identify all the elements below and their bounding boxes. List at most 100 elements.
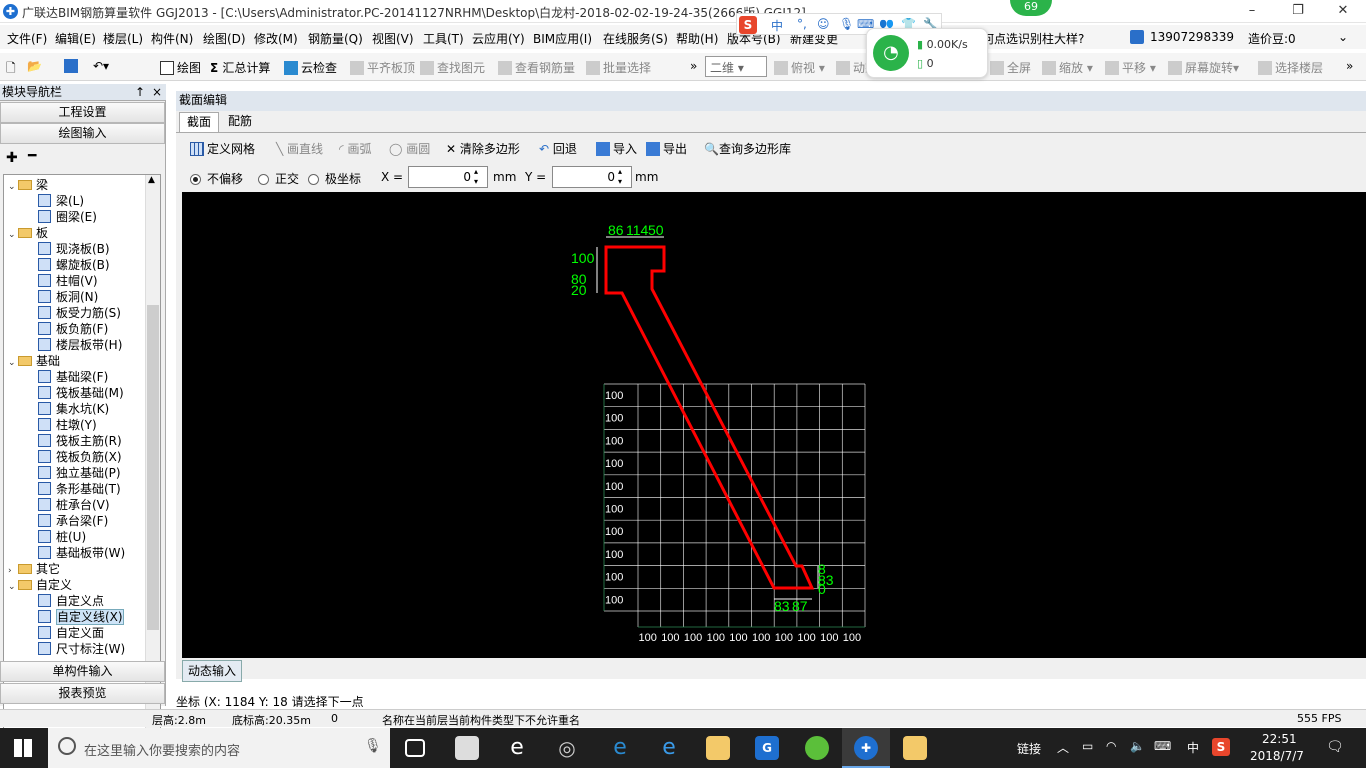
clear-polygon-button[interactable]: ✕ 清除多边形 [446,140,520,157]
tree-item[interactable]: 集水坑(K) [38,401,109,417]
tree-item[interactable]: 自定义面 [38,625,104,641]
query-polygon-library-button[interactable]: 🔍查询多边形库 [704,140,791,157]
tree-item[interactable]: 承台梁(F) [38,513,108,529]
menu-view[interactable]: 视图(V) [372,30,414,47]
dynamic-input-button[interactable]: 动态输入 [182,660,242,682]
toolbar-overflow-right-icon[interactable]: » [1346,59,1353,73]
tree-folder[interactable]: ⌄ 梁 [8,177,48,193]
tree-item[interactable]: 筏板负筋(X) [38,449,122,465]
mic-icon[interactable]: 🎙 [364,738,382,754]
glodon-g-icon[interactable]: G [755,736,779,760]
pin-icon[interactable]: ↑ [135,84,145,100]
taskbar-ime[interactable]: 中 [1187,739,1199,756]
close-button[interactable]: ✕ [1320,0,1366,23]
restore-button[interactable]: ❐ [1275,0,1321,23]
toolbar-overflow-icon[interactable]: » [690,59,697,73]
menu-component[interactable]: 构件(N) [151,30,193,47]
menu-online[interactable]: 在线服务(S) [603,30,668,47]
taskbar-link[interactable]: 链接 [1017,740,1041,757]
tree-item[interactable]: 楼层板带(H) [38,337,122,353]
tray-chevron-icon[interactable]: ︿ [1057,739,1069,756]
taskbar-time[interactable]: 22:51 [1262,732,1297,746]
draw-button[interactable]: 绘图 [160,59,201,76]
app-fan-icon[interactable] [455,736,479,760]
tree-folder[interactable]: › 其它 [8,561,60,577]
x-spinner-icon[interactable]: ▴ ▾ [474,167,478,187]
tree-item[interactable]: 基础板带(W) [38,545,125,561]
tree-item[interactable]: 桩(U) [38,529,86,545]
collapse-chevron-icon[interactable]: ⌄ [8,355,18,371]
undo-button[interactable]: ↶ 回退 [539,140,577,157]
project-settings-button[interactable]: 工程设置 [0,102,165,123]
canvas-svg[interactable]: 100 100 100 100 100 100 100 100 100 100 100 100 100 1… [182,192,1366,658]
radio-no-offset[interactable]: 不偏移 [190,170,243,187]
view-mode-select[interactable]: 二维 ▾ [705,56,767,77]
touch-keyboard-icon[interactable]: ⌨ [1154,739,1171,753]
menu-help[interactable]: 帮助(H) [676,30,718,47]
align-slab-top-button[interactable]: 平齐板顶 [350,59,415,76]
tree-item[interactable]: 板洞(N) [38,289,98,305]
select-floor-button[interactable]: 选择楼层 [1258,59,1323,76]
tree-item[interactable]: 柱墩(Y) [38,417,97,433]
price-bean[interactable]: 造价豆:0 [1248,30,1296,47]
menu-rebar-quantity[interactable]: 钢筋量(Q) [308,30,363,47]
tree-folder[interactable]: ⌄ 自定义 [8,577,72,593]
tree-item[interactable]: 筏板基础(M) [38,385,124,401]
start-windows-icon[interactable] [14,739,32,757]
define-grid-button[interactable]: 定义网格 [190,140,255,157]
ie-blue-icon[interactable]: e [657,736,681,760]
panel-close-icon[interactable]: × [152,84,162,100]
drawing-canvas[interactable]: 100 100 100 100 100 100 100 100 100 100 100 100 100 1… [182,192,1366,658]
emoji-icon[interactable]: ☺ [817,17,830,31]
undo-icon[interactable]: ↶▾ [93,59,109,73]
report-preview-button[interactable]: 报表预览 [0,683,165,704]
active-ggj-task[interactable]: ✚ [842,728,890,768]
draw-arc-button[interactable]: ◜ 画弧 [339,140,371,157]
tree-scrollbar[interactable]: ▲ ▼ [145,175,160,741]
menu-edit[interactable]: 编辑(E) [55,30,96,47]
top-view-button[interactable]: 俯视 ▾ [774,59,825,76]
swirl-app-icon[interactable]: ◎ [555,736,579,760]
view-rebar-button[interactable]: 查看钢筋量 [498,59,575,76]
collapse-chevron-icon[interactable]: ⌄ [8,227,18,243]
file-explorer-icon[interactable] [706,736,730,760]
screen-rotate-button[interactable]: 屏幕旋转▾ [1168,59,1239,76]
user-avatar-icon[interactable] [1130,30,1144,44]
draw-circle-button[interactable]: ◯ 画圆 [389,140,430,157]
sum-calc-button[interactable]: Σ 汇总计算 [210,59,270,76]
tree-item[interactable]: 桩承台(V) [38,497,110,513]
pan-button[interactable]: 平移 ▾ [1105,59,1156,76]
volume-icon[interactable]: 🔈 [1130,739,1145,753]
sogou-tray-icon[interactable]: S [1212,738,1230,756]
tree-folder[interactable]: ⌄ 板 [8,225,48,241]
tree-item[interactable]: 基础梁(F) [38,369,108,385]
new-file-icon[interactable]: 🗋 [6,59,16,80]
tree-item[interactable]: 现浇板(B) [38,241,110,257]
export-button[interactable]: 导出 [646,140,687,157]
tree-item[interactable]: 板受力筋(S) [38,305,121,321]
collapse-chevron-icon[interactable]: ⌄ [8,179,18,195]
notepad-icon[interactable] [903,736,927,760]
tree-item[interactable]: 螺旋板(B) [38,257,110,273]
tree-item[interactable]: 尺寸标注(W) [38,641,125,657]
ie-browser-icon[interactable]: e [505,736,529,760]
battery-icon[interactable]: ▭ [1082,739,1093,753]
microphone-icon[interactable]: 🎙 [839,17,854,31]
tree-item[interactable]: 独立基础(P) [38,465,121,481]
batch-select-button[interactable]: 批量选择 [586,59,651,76]
zoom-button[interactable]: 缩放 ▾ [1042,59,1093,76]
tree-item[interactable]: 柱帽(V) [38,273,98,289]
tab-rebar[interactable]: 配筋 [221,112,259,132]
expand-all-icon[interactable]: ✚ [6,150,18,166]
menu-file[interactable]: 文件(F) [7,30,47,47]
tree-scroll-thumb[interactable] [147,305,159,630]
y-spinner-icon[interactable]: ▴ ▾ [618,167,622,187]
ime-mode-toggle[interactable]: 中 [771,17,783,34]
import-button[interactable]: 导入 [596,140,637,157]
collapse-all-icon[interactable]: ━ [28,148,36,164]
single-component-input-button[interactable]: 单构件输入 [0,661,165,682]
find-element-button[interactable]: 查找图元 [420,59,485,76]
radio-ortho[interactable]: 正交 [258,170,299,187]
tree-item[interactable]: 条形基础(T) [38,481,121,497]
draw-line-button[interactable]: ╲ 画直线 [276,140,323,157]
